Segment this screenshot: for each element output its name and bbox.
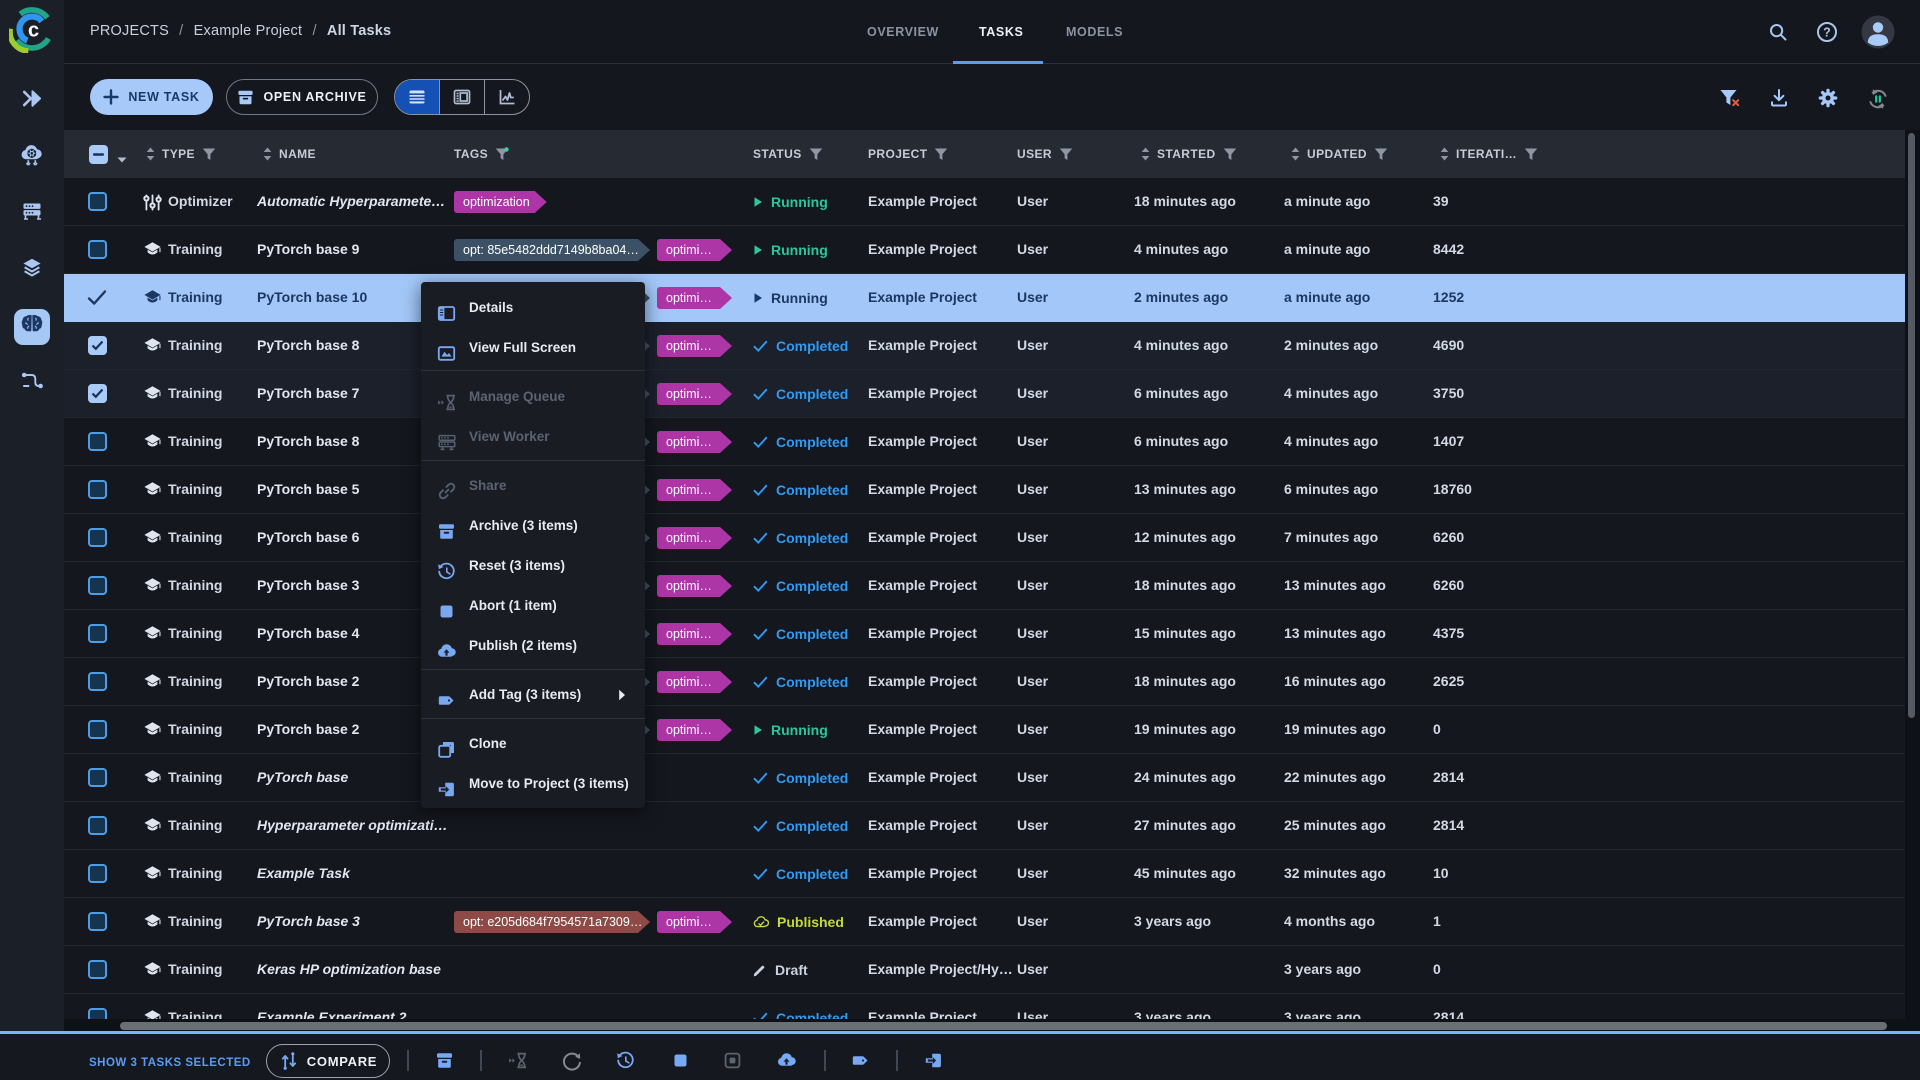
svg-text:?: ? bbox=[1823, 25, 1831, 39]
svg-text:c: c bbox=[28, 20, 39, 42]
